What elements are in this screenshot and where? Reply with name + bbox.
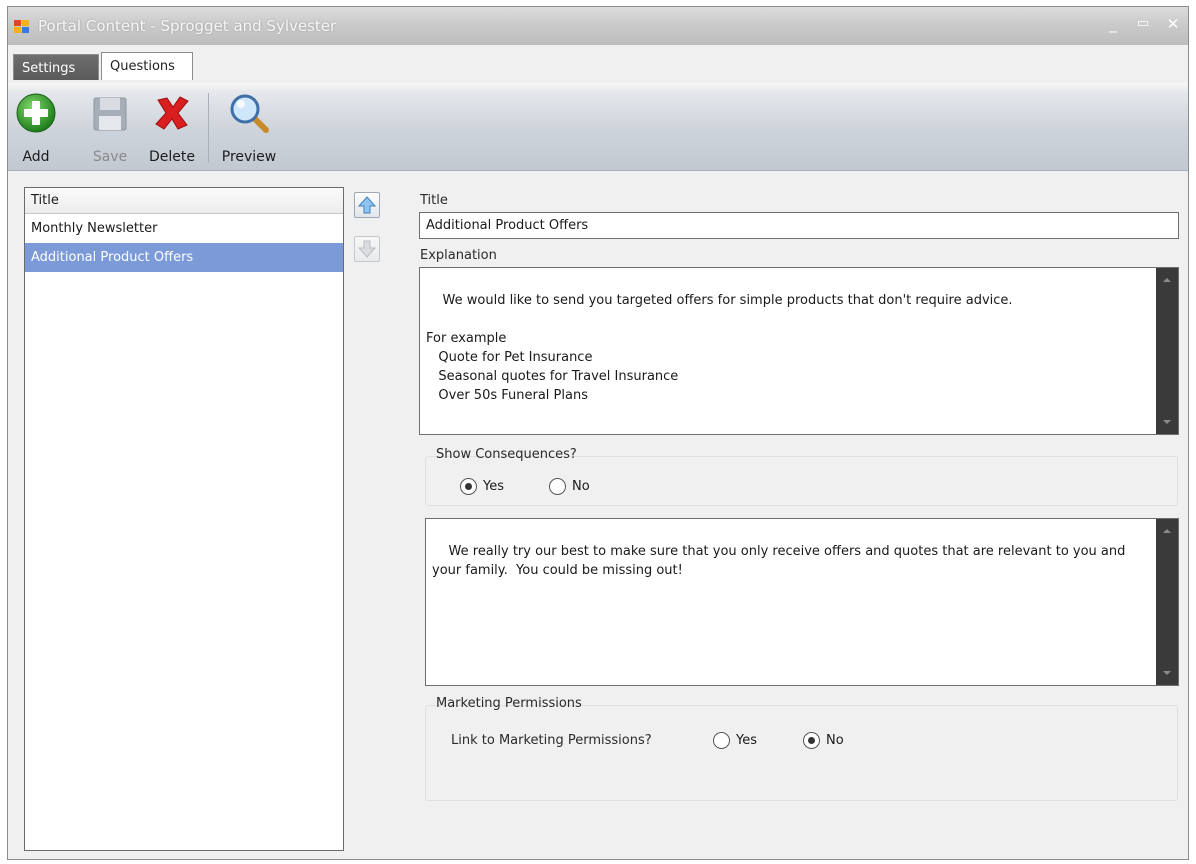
explanation-text: We would like to send you targeted offer…	[426, 293, 1013, 403]
question-list[interactable]: Title Monthly Newsletter Additional Prod…	[24, 187, 344, 851]
add-icon	[16, 93, 56, 133]
list-item-additional-product-offers[interactable]: Additional Product Offers	[25, 243, 343, 272]
app-icon	[14, 20, 30, 34]
consequences-textarea[interactable]: We really try our best to make sure that…	[425, 518, 1179, 686]
tab-questions[interactable]: Questions	[101, 52, 193, 80]
delete-x-icon	[155, 96, 189, 130]
list-item-monthly-newsletter[interactable]: Monthly Newsletter	[25, 214, 343, 243]
delete-button[interactable]: Delete	[144, 87, 200, 171]
add-label: Add	[22, 149, 50, 165]
tab-strip: Settings Questions	[8, 45, 1188, 87]
delete-label: Delete	[149, 149, 195, 165]
marketing-permissions-group	[425, 705, 1178, 801]
move-down-button[interactable]	[354, 236, 380, 262]
add-button[interactable]: Add	[12, 87, 60, 171]
title-input[interactable]: Additional Product Offers	[419, 212, 1179, 239]
link-marketing-yes-label: Yes	[736, 733, 757, 748]
explanation-scrollbar[interactable]	[1156, 268, 1178, 434]
maximize-button[interactable]: ▭	[1132, 13, 1154, 35]
show-consequences-yes-label: Yes	[483, 479, 504, 494]
minimize-button[interactable]: _	[1102, 13, 1124, 35]
arrow-down-icon	[357, 240, 377, 258]
app-window: Portal Content - Sprogget and Sylvester …	[7, 6, 1189, 860]
show-consequences-no-label: No	[572, 479, 590, 494]
save-button[interactable]: Save	[88, 87, 132, 171]
radio-unchecked-icon	[713, 732, 730, 749]
link-marketing-no-label: No	[826, 733, 844, 748]
show-consequences-no-radio[interactable]: No	[549, 478, 590, 495]
title-field-label: Title	[420, 193, 448, 208]
scroll-down-icon	[1163, 420, 1171, 424]
tab-settings[interactable]: Settings	[13, 54, 99, 80]
save-label: Save	[92, 149, 128, 165]
link-marketing-no-radio[interactable]: No	[803, 732, 844, 749]
arrow-up-icon	[357, 196, 377, 214]
preview-button[interactable]: Preview	[216, 87, 282, 171]
preview-label: Preview	[221, 149, 277, 165]
link-marketing-yes-radio[interactable]: Yes	[713, 732, 757, 749]
toolbar: Add Save Delete Preview	[8, 83, 1188, 171]
show-consequences-label: Show Consequences?	[436, 447, 577, 462]
explanation-field-label: Explanation	[420, 248, 497, 263]
close-button[interactable]: ✕	[1162, 13, 1184, 35]
scroll-up-icon	[1163, 529, 1171, 533]
consequences-scrollbar[interactable]	[1156, 519, 1178, 685]
marketing-permissions-label: Marketing Permissions	[436, 696, 582, 711]
radio-checked-icon	[803, 732, 820, 749]
link-marketing-permissions-label: Link to Marketing Permissions?	[451, 733, 652, 748]
toolbar-separator	[208, 93, 209, 163]
floppy-disk-icon	[93, 97, 127, 131]
title-bar[interactable]: Portal Content - Sprogget and Sylvester …	[8, 7, 1188, 45]
list-column-header-title[interactable]: Title	[25, 188, 343, 214]
radio-unchecked-icon	[549, 478, 566, 495]
show-consequences-yes-radio[interactable]: Yes	[460, 478, 504, 495]
magnifier-icon	[230, 94, 269, 133]
move-up-button[interactable]	[354, 192, 380, 218]
radio-checked-icon	[460, 478, 477, 495]
scroll-down-icon	[1163, 671, 1171, 675]
scroll-up-icon	[1163, 278, 1171, 282]
window-title: Portal Content - Sprogget and Sylvester	[38, 17, 337, 35]
explanation-textarea[interactable]: We would like to send you targeted offer…	[419, 267, 1179, 435]
show-consequences-group	[425, 456, 1178, 506]
consequences-text: We really try our best to make sure that…	[432, 544, 1130, 578]
